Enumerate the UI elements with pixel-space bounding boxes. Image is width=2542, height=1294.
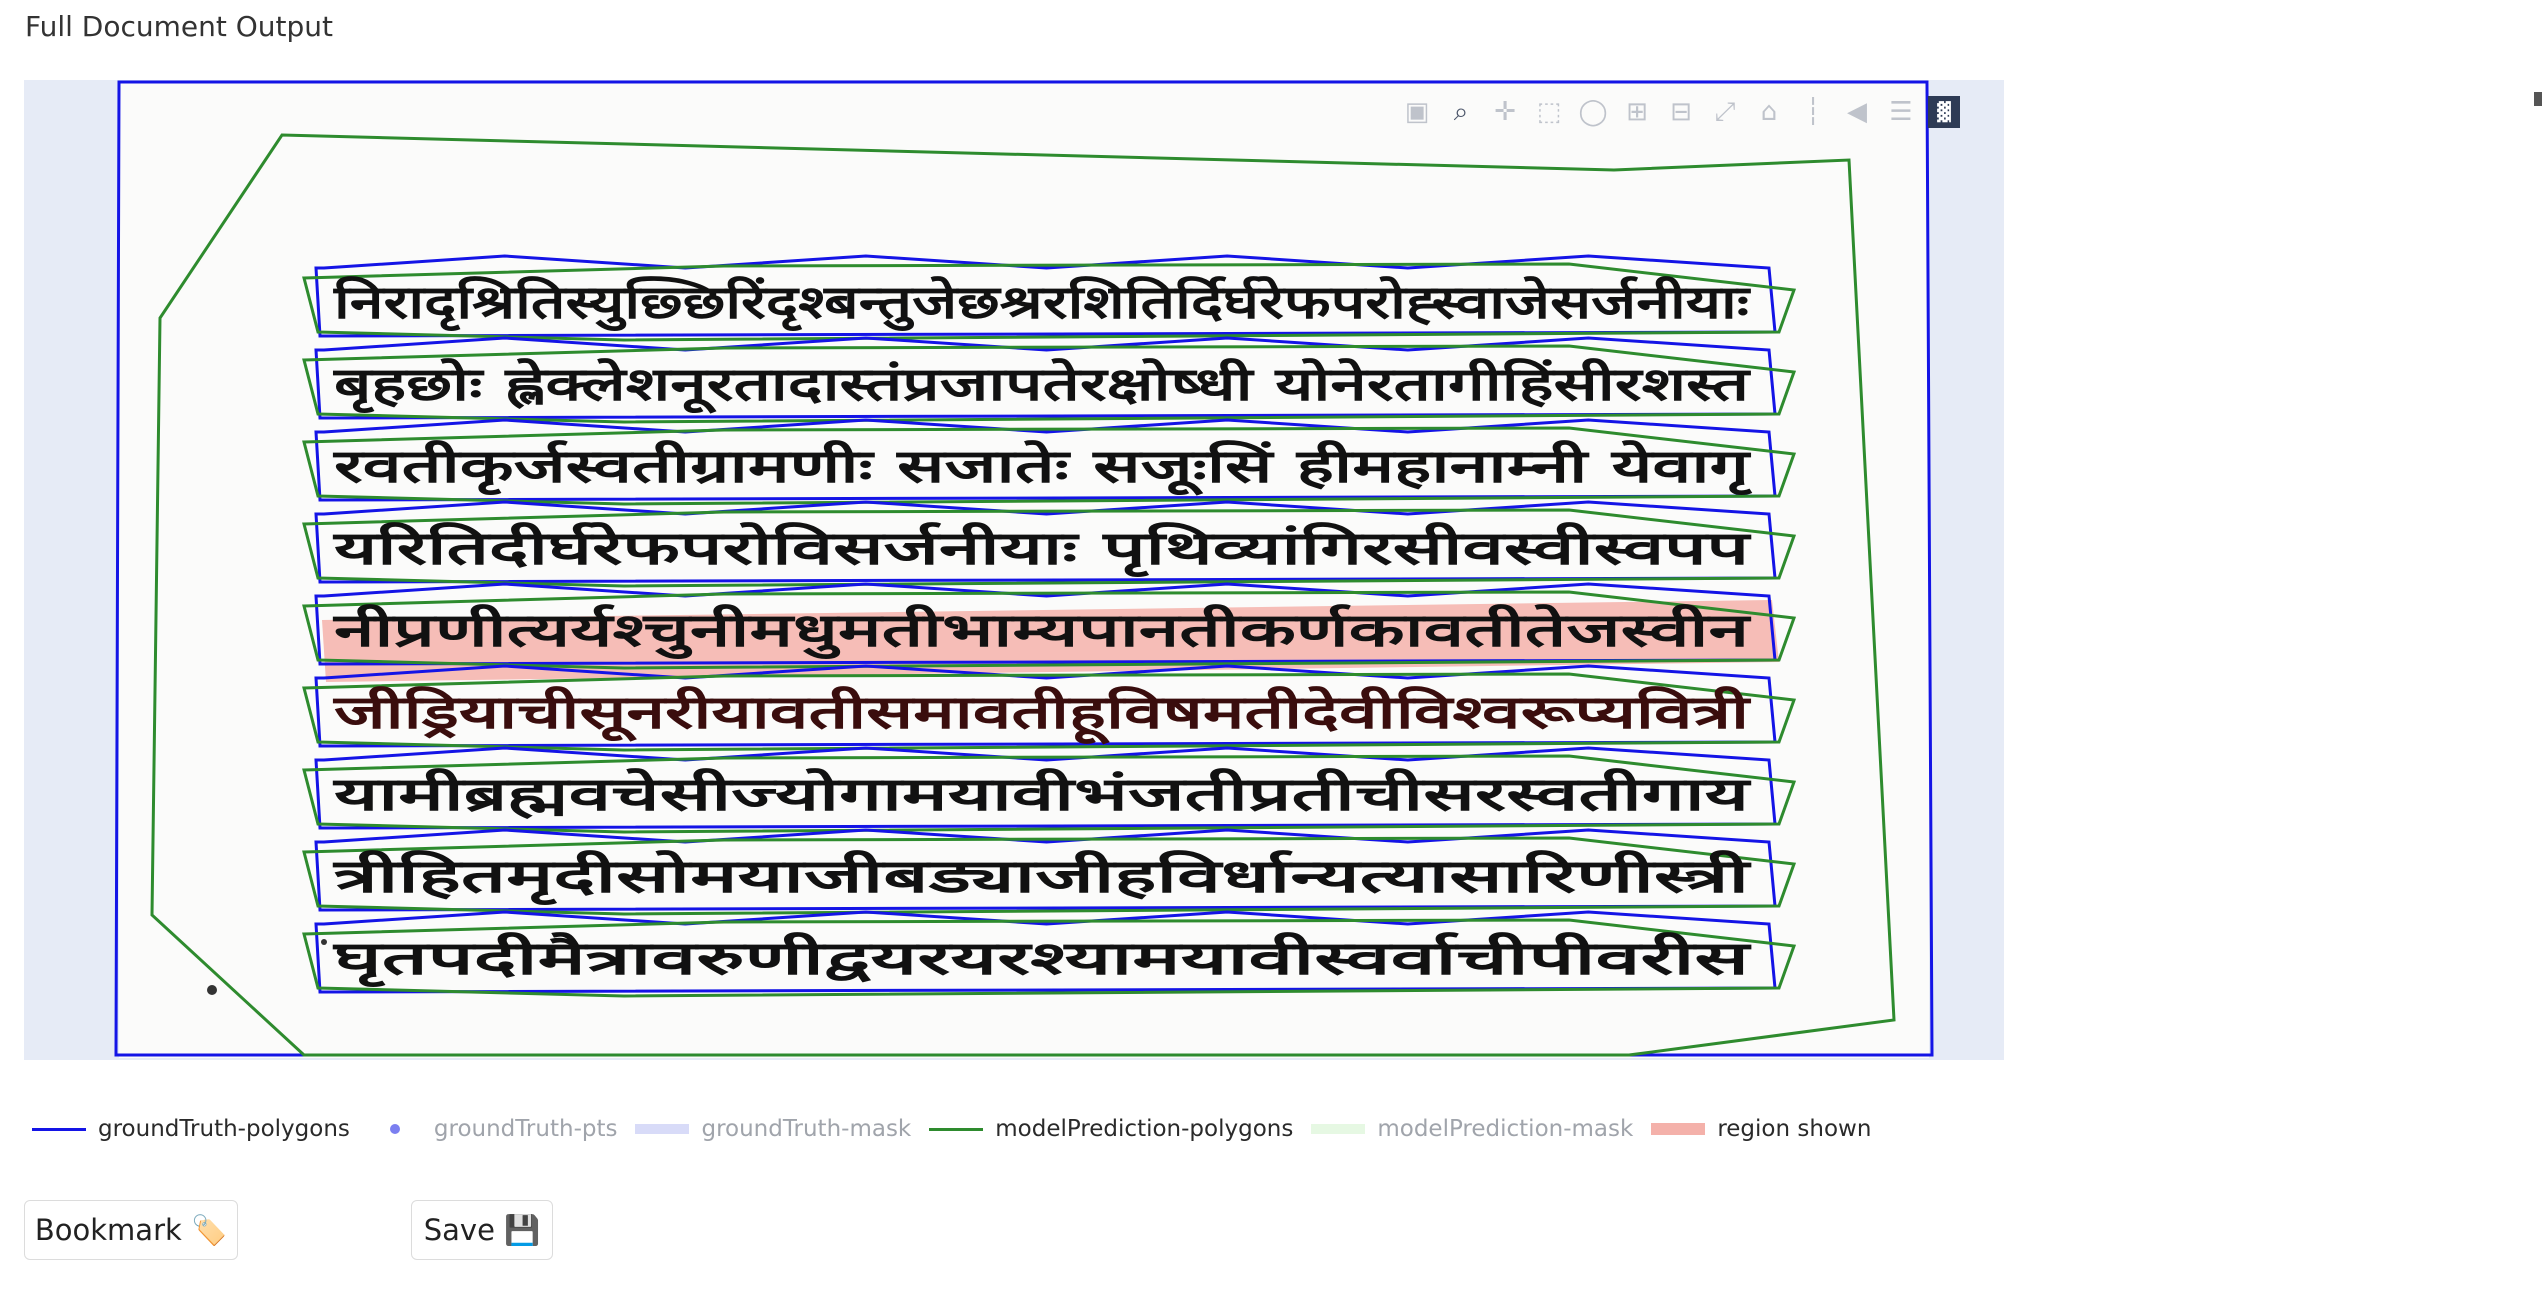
spike-lines-icon[interactable]: ┆ — [1796, 95, 1830, 129]
document-plot[interactable]: निरादृश्रितिस्युछ्छिरिंदृश्बन्तुजेछश्ररश… — [24, 80, 2004, 1060]
dot-swatch-icon — [389, 1124, 400, 1134]
line-swatch-icon — [32, 1127, 86, 1131]
hover-compare-icon[interactable]: ☰ — [1884, 95, 1918, 129]
ink-speck — [207, 985, 217, 995]
hover-closest-icon[interactable]: ◀ — [1840, 95, 1874, 129]
manuscript-line: रवतीकृर्जस्वतीग्रामणीः सजातेः सजूःसिं ही… — [332, 439, 1753, 496]
legend-item-groundtruth-mask[interactable]: groundTruth-mask — [635, 1116, 911, 1142]
legend-label: modelPrediction-mask — [1377, 1116, 1634, 1142]
zoom-icon[interactable]: ⌕ — [1444, 95, 1478, 129]
legend-item-modelprediction-mask[interactable]: modelPrediction-mask — [1311, 1116, 1633, 1142]
manuscript-line: निरादृश्रितिस्युछ्छिरिंदृश्बन्तुजेछश्ररश… — [333, 275, 1752, 332]
zoom-in-icon[interactable]: ⊞ — [1620, 95, 1654, 129]
fill-swatch-icon — [635, 1124, 690, 1134]
manuscript-line: जीड्रियाचीसूनरीयावतीसमावतीहूविषमतीदेवीवि… — [332, 685, 1752, 745]
zoom-out-icon[interactable]: ⊟ — [1664, 95, 1698, 129]
edge-marker — [2534, 92, 2542, 106]
manuscript-line: यामीब्रह्मवचेसीज्योगामयावीभंजतीप्रतीचीसर… — [332, 767, 1753, 821]
box-select-icon[interactable]: ⬚ — [1532, 95, 1566, 129]
page-title: Full Document Output — [25, 10, 333, 43]
manuscript-line: त्रीहितमृदीसोमयाजीबड्याजीहविर्धान्यत्यास… — [332, 849, 1752, 906]
legend-label: modelPrediction-polygons — [995, 1116, 1294, 1142]
plot-legend: groundTruth-polygons groundTruth-pts gro… — [32, 1116, 1871, 1142]
legend-label: groundTruth-mask — [701, 1116, 912, 1142]
camera-icon[interactable]: ▣ — [1400, 95, 1434, 129]
manuscript-line: यरितिदीर्घरेफपरोविसर्जनीयाः पृथिव्यांगिर… — [332, 521, 1752, 578]
reset-axes-icon[interactable]: ⌂ — [1752, 95, 1786, 129]
legend-item-modelprediction-polygons[interactable]: modelPrediction-polygons — [929, 1116, 1293, 1142]
plot-modebar: ▣ ⌕ ✛ ⬚ ◯ ⊞ ⊟ ⤢ ⌂ ┆ ◀ ☰ ▓ — [1400, 95, 1960, 129]
pan-icon[interactable]: ✛ — [1488, 95, 1522, 129]
manuscript-line: घृतपदीमैत्रावरुणीद्वयरयरश्यामयावीस्वर्वा… — [332, 931, 1752, 988]
save-button[interactable]: Save 💾 — [411, 1200, 553, 1260]
fill-swatch-icon — [1311, 1124, 1366, 1134]
autoscale-icon[interactable]: ⤢ — [1708, 95, 1742, 129]
lasso-select-icon[interactable]: ◯ — [1576, 95, 1610, 129]
line-swatch-icon — [929, 1127, 984, 1131]
legend-label: groundTruth-pts — [433, 1116, 618, 1142]
ink-speck — [321, 939, 327, 945]
legend-item-region-shown[interactable]: region shown — [1651, 1116, 1871, 1142]
legend-item-groundtruth-pts[interactable]: groundTruth-pts — [368, 1116, 618, 1142]
legend-label: region shown — [1717, 1116, 1872, 1142]
plotly-logo-icon[interactable]: ▓ — [1928, 96, 1960, 128]
manuscript-line: बृहछोः ह्लेक्लेशनूरतादास्तंप्रजापतेरक्षो… — [333, 357, 1752, 414]
bookmark-button[interactable]: Bookmark 🏷️ — [24, 1200, 238, 1260]
plot-area[interactable]: निरादृश्रितिस्युछ्छिरिंदृश्बन्तुजेछश्ररश… — [24, 80, 2004, 1060]
legend-label: groundTruth-polygons — [98, 1116, 350, 1142]
manuscript-line: नीप्रणीत्यर्यश्चुनीमधुमतीभाम्यपानतीकर्णक… — [332, 603, 1751, 660]
legend-item-groundtruth-polygons[interactable]: groundTruth-polygons — [32, 1116, 350, 1142]
fill-swatch-icon — [1651, 1123, 1706, 1135]
